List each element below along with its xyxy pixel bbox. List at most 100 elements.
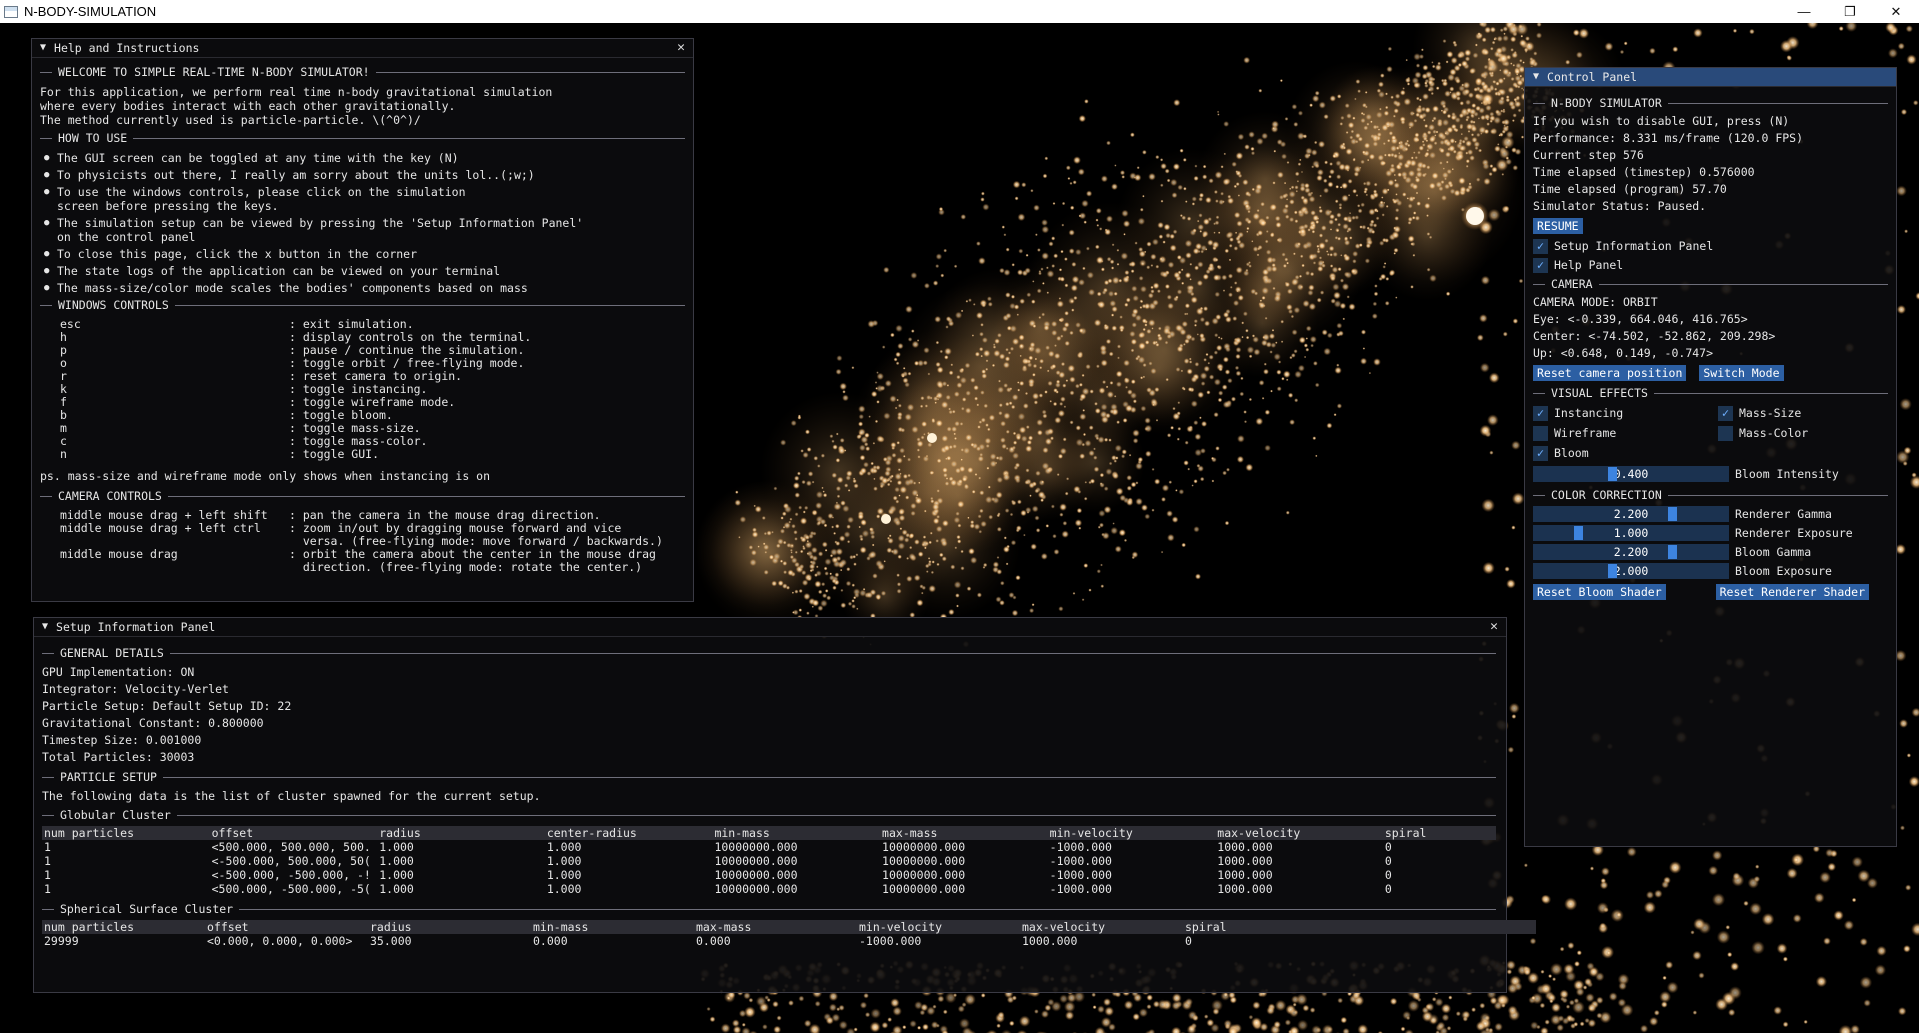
table-cell: -1000.000 [859,934,922,948]
toggle-label: Mass-Size [1739,406,1802,420]
general-detail-line: GPU Implementation: ON [42,665,195,679]
general-detail-line: Timestep Size: 0.001000 [42,733,202,747]
checkmark-icon: ✓ [1533,445,1548,461]
table-cell: 0.000 [696,934,731,948]
column-header: max-velocity [1020,920,1183,934]
setup-information-panel: ▼ Setup Information Panel ✕ GENERAL DETA… [33,617,1536,993]
help-panel-checkbox[interactable]: ✓ Help Panel [1533,256,1888,274]
reset-camera-button[interactable]: Reset camera position [1533,365,1687,381]
table-cell: -1000.000 [1049,868,1112,882]
column-header: num particles [42,826,210,840]
column-header: radius [377,826,545,840]
reset-renderer-shader-button[interactable]: Reset Renderer Shader [1715,584,1870,600]
table-cell: 1000.000 [1217,882,1273,896]
resume-button[interactable]: RESUME [1533,218,1583,234]
camera-info-line: Up: <0.648, 0.149, -0.747> [1533,346,1714,360]
color-slider[interactable]: 2.000 Bloom Exposure [1533,562,1888,579]
column-header: min-velocity [857,920,1020,934]
particle-setup-text: The following data is the list of cluste… [42,789,541,803]
camera-header: CAMERA [1533,277,1888,291]
column-header: min-velocity [1047,826,1216,840]
collapse-triangle-icon[interactable]: ▼ [1533,70,1539,84]
collapse-triangle-icon[interactable]: ▼ [40,41,46,55]
close-icon[interactable]: ✕ [677,41,685,55]
help-panel-title: Help and Instructions [54,41,200,55]
key-name: r [60,369,67,383]
color-slider[interactable]: 1.000 Renderer Exposure [1533,524,1888,541]
camera-controls-header: CAMERA CONTROLS [40,489,685,503]
table-cell: 1.000 [379,868,414,882]
help-panel-titlebar[interactable]: ▼ Help and Instructions ✕ [32,39,693,58]
general-detail-line: Integrator: Velocity-Verlet [42,682,229,696]
table-cell: 1000.000 [1217,854,1273,868]
restore-icon[interactable]: ❐ [1827,0,1873,23]
slider-label: Renderer Gamma [1735,506,1832,521]
toggle-label: Mass-Color [1739,426,1809,440]
table-cell: 35.000 [370,934,412,948]
close-icon[interactable]: ✕ [1490,620,1498,634]
table-cell: -1000.000 [1049,854,1112,868]
howto-header: HOW TO USE [40,131,685,145]
column-header: radius [368,920,531,934]
camera-control-description: : orbit the camera about the center in t… [289,547,656,574]
status-line: Performance: 8.331 ms/frame (120.0 FPS) [1533,131,1804,145]
table-cell: <-500.000, 500.000, 50( [211,854,371,868]
toggle-instancing-checkbox[interactable]: ✓ Instancing [1533,404,1718,422]
color-slider[interactable]: 2.200 Renderer Gamma [1533,505,1888,522]
minimize-icon[interactable]: — [1781,0,1827,23]
camera-control-input: middle mouse drag + left ctrl [60,521,261,535]
table-row: 1 <500.000, -500.000, -5(1.000 1.000 100000… [42,882,1496,896]
key-description: : toggle GUI. [289,447,380,461]
table-cell: 29999 [44,934,79,948]
control-panel: ▼ Control Panel N-BODY SIMULATOR If you … [1524,67,1897,847]
toggle-wireframe-checkbox[interactable]: Wireframe [1533,424,1718,442]
key-name: n [60,447,67,461]
close-window-icon[interactable]: ✕ [1873,0,1919,23]
bloom-intensity-slider[interactable]: 0.400 Bloom Intensity [1533,465,1888,482]
checkmark-icon [1533,425,1548,441]
setup-panel-titlebar[interactable]: ▼ Setup Information Panel ✕ [34,618,1506,637]
column-header: max-velocity [1215,826,1383,840]
column-header: max-mass [880,826,1048,840]
key-name: o [60,356,67,370]
toggle-mass-color-checkbox[interactable]: Mass-Color [1718,424,1888,442]
key-binding-row: n : toggle GUI. [40,448,685,461]
table-cell: -1000.000 [1049,840,1112,854]
switch-mode-button[interactable]: Switch Mode [1699,365,1784,381]
camera-control-row: middle mouse drag + left ctrl : zoom in/o… [40,522,685,548]
toggle-label: Instancing [1554,406,1624,420]
table-cell: 1 [44,868,51,882]
howto-list: The GUI screen can be toggled at any tim… [40,151,685,295]
ps-note: ps. mass-size and wireframe mode only sh… [40,469,491,483]
color-slider[interactable]: 2.200 Bloom Gamma [1533,543,1888,560]
table-cell: 10000000.000 [714,882,798,896]
key-name: b [60,408,67,422]
reset-bloom-shader-button[interactable]: Reset Bloom Shader [1533,584,1666,600]
table-cell: <-500.000, -500.000, -! [211,868,371,882]
setup-panel-checkbox[interactable]: ✓ Setup Information Panel [1533,237,1888,255]
toggle-mass-size-checkbox[interactable]: ✓ Mass-Size [1718,404,1888,422]
nbody-header: N-BODY SIMULATOR [1533,96,1888,110]
table-cell: 10000000.000 [714,854,798,868]
howto-item: To close this page, click the x button i… [40,247,685,261]
control-panel-titlebar[interactable]: ▼ Control Panel [1525,68,1896,87]
camera-control-description: : zoom in/out by dragging mouse forward … [289,521,663,548]
column-header: num particles [42,920,205,934]
table-row: 29999 <0.000, 0.000, 0.000> 35.000 0.000 0.0… [42,934,1536,948]
collapse-triangle-icon[interactable]: ▼ [42,620,48,634]
help-panel: ▼ Help and Instructions ✕ WELCOME TO SIM… [31,38,694,602]
general-detail-line: Particle Setup: Default Setup ID: 22 [42,699,292,713]
column-header: min-mass [712,826,881,840]
howto-item: The simulation setup can be viewed by pr… [40,216,685,244]
window-titlebar: N-BODY-SIMULATION — ❐ ✕ [0,0,1919,23]
column-header: max-mass [694,920,857,934]
window-title: N-BODY-SIMULATION [24,4,157,19]
howto-item: The mass-size/color mode scales the bodi… [40,281,685,295]
table-cell: 1 [44,840,51,854]
color-sliders: 2.200 Renderer Gamma 1.000 Renderer Exposur… [1533,505,1888,579]
camera-info-line: CAMERA MODE: ORBIT [1533,295,1658,309]
toggle-bloom-checkbox[interactable]: ✓ Bloom [1533,444,1718,462]
visual-effects-toggles: ✓ Instancing ✓ Mass-Size Wireframe Mass-Color… [1533,403,1888,463]
general-details-header: GENERAL DETAILS [42,646,1496,660]
table-cell: 10000000.000 [882,868,966,882]
